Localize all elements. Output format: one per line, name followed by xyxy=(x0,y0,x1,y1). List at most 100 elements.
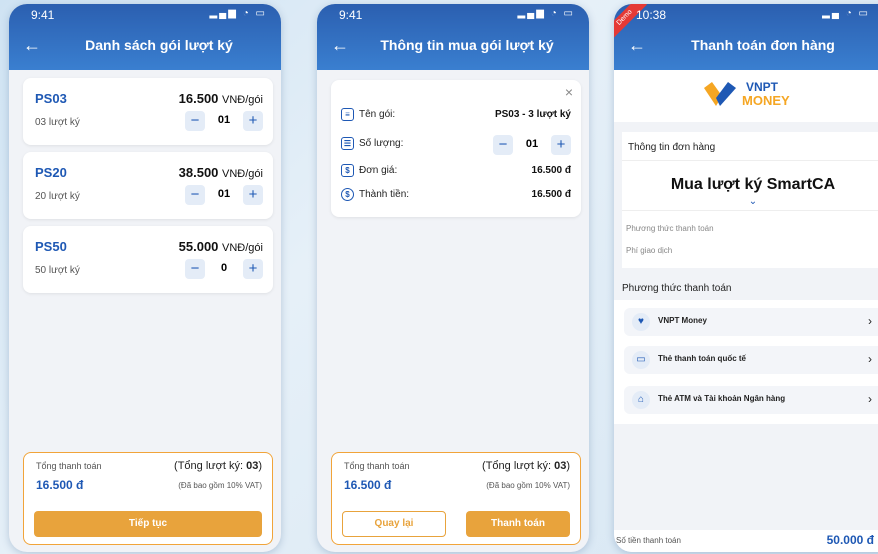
increase-button[interactable]: + xyxy=(551,135,571,155)
package-code: PS50 xyxy=(35,239,67,254)
row-label: Tên gói: xyxy=(359,109,396,120)
payment-method-label: Phương thức thanh toán xyxy=(626,224,714,233)
status-bar: 10:38 ▂▄ ◔ ▭ xyxy=(636,8,870,22)
price-value: 55.000 xyxy=(178,239,219,254)
increase-button[interactable]: + xyxy=(243,185,263,205)
total-count: (Tổng lượt ký: 03) xyxy=(482,460,570,472)
bank-icon: ⌂ xyxy=(632,391,650,409)
dollar-icon: $ xyxy=(341,164,354,177)
package-code: PS20 xyxy=(35,165,67,180)
back-arrow-icon[interactable]: ← xyxy=(628,34,646,56)
order-info-card: Thông tin đơn hàng Mua lượt ký SmartCA ⌄… xyxy=(622,132,878,268)
vat-note: (Đã bao gồm 10% VAT) xyxy=(486,481,570,490)
status-bar: 9:41 ▂▄▆ ◔ ▭ xyxy=(339,8,575,22)
package-code: PS03 xyxy=(35,91,67,106)
total-row: $ Thành tiền: 16.500 đ xyxy=(341,188,571,204)
method-label: Thẻ ATM và Tài khoản Ngân hàng xyxy=(658,394,786,403)
package-card: PS20 38.500 VNĐ/gói 20 lượt ký − 01 + xyxy=(23,152,273,219)
header: 9:41 ▂▄▆ ◔ ▭ ← Danh sách gói lượt ký xyxy=(9,4,281,70)
quantity-stepper: − 01 + xyxy=(185,111,263,131)
package-price: 55.000 VNĐ/gói xyxy=(179,239,263,254)
package-card: PS50 55.000 VNĐ/gói 50 lượt ký − 0 + xyxy=(23,226,273,293)
payment-methods-list: ♥ VNPT Money › ▭ Thẻ thanh toán quốc tế … xyxy=(614,300,878,424)
price-unit: VNĐ/gói xyxy=(222,242,263,254)
order-info-header: Thông tin đơn hàng xyxy=(628,142,716,153)
total-count-suffix: ) xyxy=(258,460,262,472)
method-label: Thẻ thanh toán quốc tế xyxy=(658,354,746,363)
phone-package-list: 9:41 ▂▄▆ ◔ ▭ ← Danh sách gói lượt ký PS0… xyxy=(9,4,281,552)
decrease-button[interactable]: − xyxy=(185,185,205,205)
amount-label: Số tiền thanh toán xyxy=(616,536,681,545)
vnpt-money-icon: ♥ xyxy=(632,313,650,331)
status-time: 10:38 xyxy=(636,8,667,22)
method-vnpt-money[interactable]: ♥ VNPT Money › xyxy=(624,308,878,336)
back-arrow-icon[interactable]: ← xyxy=(23,34,41,56)
total-amount: 16.500 đ xyxy=(344,478,392,492)
money-icon: $ xyxy=(341,188,354,201)
header: Demo 10:38 ▂▄ ◔ ▭ ← Thanh toán đơn hàng xyxy=(614,4,878,70)
package-count: 50 lượt ký xyxy=(35,265,80,276)
package-count: 20 lượt ký xyxy=(35,191,80,202)
continue-button[interactable]: Tiếp tục xyxy=(34,511,262,537)
quantity-value: 01 xyxy=(217,114,231,126)
back-button[interactable]: Quay lại xyxy=(342,511,446,537)
chevron-right-icon: › xyxy=(868,314,872,328)
status-icons: ▂▄▆ ◔ ▭ xyxy=(517,8,575,19)
package-name-row: ≡ Tên gói: PS03 - 3 lượt ký xyxy=(341,108,571,124)
total-count-prefix: (Tổng lượt ký: xyxy=(482,460,555,472)
quantity-stepper: − 01 + xyxy=(493,135,571,155)
row-label: Số lượng: xyxy=(359,138,404,149)
order-title: Mua lượt ký SmartCA xyxy=(670,176,836,193)
close-icon[interactable]: × xyxy=(565,84,573,100)
increase-button[interactable]: + xyxy=(243,111,263,131)
package-card: PS03 16.500 VNĐ/gói 03 lượt ký − 01 + xyxy=(23,78,273,145)
vnpt-money-logo: VNPT MONEY xyxy=(614,70,878,122)
divider xyxy=(622,210,878,211)
method-label: VNPT Money xyxy=(658,316,707,325)
chevron-down-icon[interactable]: ⌄ xyxy=(745,196,761,208)
payment-summary: Tổng thanh toán (Tổng lượt ký: 03) 16.50… xyxy=(23,452,273,545)
price-unit: VNĐ/gói xyxy=(222,168,263,180)
unit-price-row: $ Đơn giá: 16.500 đ xyxy=(341,164,571,180)
decrease-button[interactable]: − xyxy=(185,259,205,279)
vnpt-heart-icon xyxy=(704,82,736,106)
status-bar: 9:41 ▂▄▆ ◔ ▭ xyxy=(31,8,267,22)
credit-card-icon: ▭ xyxy=(632,351,650,369)
quantity-stepper: − 0 + xyxy=(185,259,263,279)
status-time: 9:41 xyxy=(339,8,363,22)
method-intl-card[interactable]: ▭ Thẻ thanh toán quốc tế › xyxy=(624,346,878,374)
total-count-value: 03 xyxy=(246,460,259,472)
quantity-row: ☰ Số lượng: − 01 + xyxy=(341,135,571,155)
quantity-value: 01 xyxy=(525,138,539,150)
row-label: Thành tiền: xyxy=(359,189,410,200)
method-atm-bank[interactable]: ⌂ Thẻ ATM và Tài khoản Ngân hàng › xyxy=(624,386,878,414)
total-count-value: 03 xyxy=(554,460,567,472)
logo-text-money: MONEY xyxy=(742,93,790,108)
logo-text-vnpt: VNPT xyxy=(746,80,779,94)
increase-button[interactable]: + xyxy=(243,259,263,279)
fee-label: Phí giao dịch xyxy=(626,246,673,255)
package-price: 38.500 VNĐ/gói xyxy=(179,165,263,180)
phone-purchase-info: 9:41 ▂▄▆ ◔ ▭ ← Thông tin mua gói lượt ký… xyxy=(317,4,589,552)
page-title: Thanh toán đơn hàng xyxy=(691,37,835,53)
purchase-detail-card: × ≡ Tên gói: PS03 - 3 lượt ký ☰ Số lượng… xyxy=(331,80,581,217)
amount-bar: Số tiền thanh toán 50.000 đ xyxy=(614,530,878,552)
pay-button[interactable]: Thanh toán xyxy=(466,511,570,537)
vat-note: (Đã bao gồm 10% VAT) xyxy=(178,481,262,490)
decrease-button[interactable]: − xyxy=(185,111,205,131)
chevron-right-icon: › xyxy=(868,352,872,366)
decrease-button[interactable]: − xyxy=(493,135,513,155)
amount-value: 50.000 đ xyxy=(826,533,874,547)
chevron-right-icon: › xyxy=(868,392,872,406)
row-label: Đơn giá: xyxy=(359,165,398,176)
total-label: Tổng thanh toán xyxy=(344,461,410,471)
status-icons: ▂▄ ◔ ▭ xyxy=(822,8,870,19)
divider xyxy=(622,160,878,161)
document-icon: ≡ xyxy=(341,108,354,121)
total-label: Tổng thanh toán xyxy=(36,461,102,471)
price-value: 38.500 xyxy=(178,165,219,180)
payment-summary: Tổng thanh toán (Tổng lượt ký: 03) 16.50… xyxy=(331,452,581,545)
row-value: PS03 - 3 lượt ký xyxy=(494,109,571,120)
package-price: 16.500 VNĐ/gói xyxy=(179,91,263,106)
back-arrow-icon[interactable]: ← xyxy=(331,34,349,56)
